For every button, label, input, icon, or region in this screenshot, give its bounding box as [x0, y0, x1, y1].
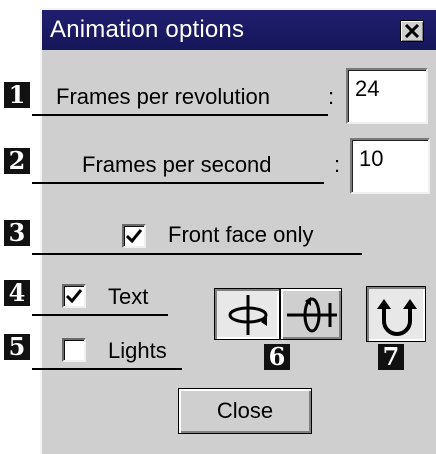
- callout-5: 5: [4, 334, 30, 360]
- checkmark-icon: [125, 229, 143, 244]
- checkmark-icon: [65, 289, 83, 304]
- callout-3: 3: [4, 220, 30, 246]
- callout-3-underline: [32, 253, 362, 255]
- frames-per-revolution-label: Frames per revolution: [56, 84, 270, 109]
- callout-2-underline: [32, 182, 324, 184]
- dialog-title: Animation options: [50, 16, 245, 43]
- close-button[interactable]: Close: [178, 388, 312, 434]
- lights-checkbox-label: Lights: [108, 338, 167, 363]
- frames-per-second-label: Frames per second: [82, 152, 272, 177]
- loop-rotation-button[interactable]: [366, 286, 426, 342]
- callout-2: 2: [4, 148, 30, 174]
- frames-per-second-colon: :: [334, 152, 341, 177]
- rotate-vertical-axis-icon: [228, 295, 268, 335]
- callout-4-underline: [32, 314, 168, 316]
- lights-checkbox[interactable]: [62, 338, 86, 362]
- frames-per-revolution-input[interactable]: 24: [346, 68, 428, 124]
- callout-7: 7: [378, 344, 404, 370]
- rotate-vertical-axis-button[interactable]: [214, 288, 280, 340]
- title-bar: Animation options: [42, 10, 436, 50]
- frames-per-second-input[interactable]: 10: [350, 138, 430, 194]
- rotate-horizontal-axis-icon: [287, 297, 337, 333]
- close-icon: [404, 24, 420, 38]
- rotate-horizontal-axis-button[interactable]: [280, 288, 342, 340]
- front-face-only-checkbox[interactable]: [122, 224, 146, 248]
- frames-per-revolution-colon: :: [328, 84, 335, 109]
- callout-1: 1: [4, 82, 30, 108]
- front-face-only-label: Front face only: [168, 222, 314, 247]
- loop-rotation-icon: [377, 299, 417, 336]
- text-checkbox[interactable]: [62, 284, 86, 308]
- callout-6: 6: [264, 344, 290, 370]
- callout-1-underline: [32, 114, 328, 116]
- close-window-button[interactable]: [400, 20, 424, 42]
- callout-4: 4: [4, 280, 30, 306]
- callout-5-underline: [32, 368, 182, 370]
- animation-options-dialog: Animation options Frames per revolution …: [32, 8, 436, 454]
- text-checkbox-label: Text: [108, 284, 149, 309]
